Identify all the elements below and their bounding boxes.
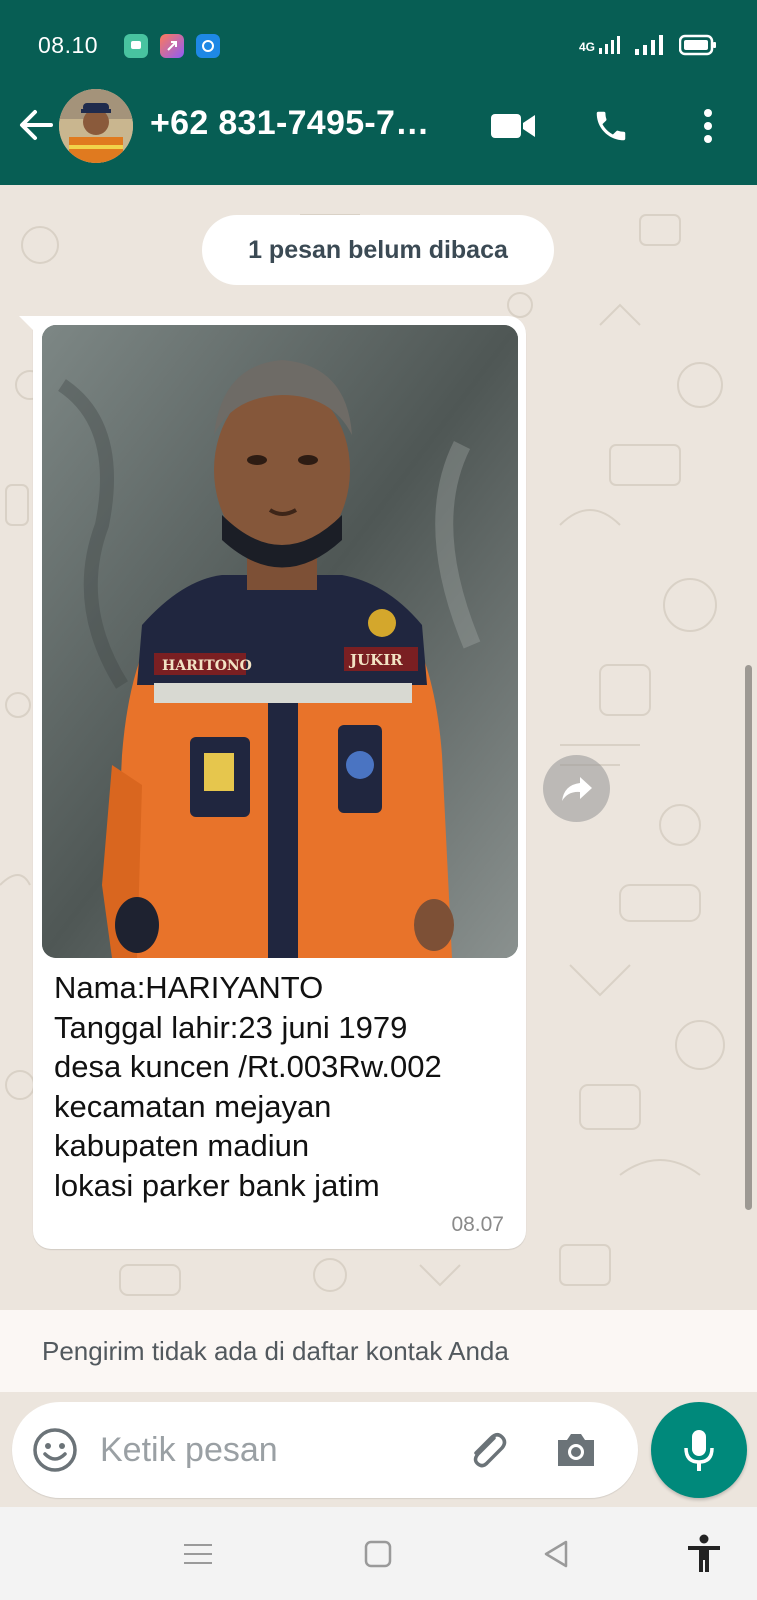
voice-record-button[interactable]: [651, 1402, 747, 1498]
phone-icon: [596, 111, 626, 141]
chat-area[interactable]: 1 pesan belum dibaca HARITONO JUKIR Nama…: [0, 185, 757, 1310]
more-vert-icon: [704, 109, 712, 143]
status-time: 08.10: [38, 32, 99, 58]
message-bubble[interactable]: HARITONO JUKIR Nama:HARIYANTO Tanggal la…: [19, 316, 526, 1249]
camera-button[interactable]: [552, 1426, 600, 1474]
home-icon: [364, 1540, 392, 1568]
forward-button[interactable]: [543, 755, 610, 822]
forward-arrow-icon: [561, 776, 592, 801]
message-photo[interactable]: HARITONO JUKIR: [42, 325, 518, 958]
shortcut-icon: [160, 34, 184, 58]
recent-apps-button[interactable]: [176, 1532, 220, 1576]
emoji-icon: [33, 1428, 77, 1472]
photo-tag-right: JUKIR: [348, 651, 403, 669]
signal-icon: [635, 35, 663, 55]
system-nav-bar: [0, 1507, 757, 1600]
caption-line: Tanggal lahir:23 juni 1979: [54, 1009, 408, 1045]
caption-line: lokasi parker bank jatim: [54, 1167, 380, 1203]
video-call-button[interactable]: [488, 101, 538, 151]
voice-call-button[interactable]: [586, 101, 636, 151]
bubble-tail: [19, 316, 35, 332]
camera-icon: [558, 1434, 594, 1466]
back-nav-button[interactable]: [534, 1532, 578, 1576]
recent-apps-icon: [184, 1544, 212, 1564]
chat-scrollbar[interactable]: [745, 665, 752, 1210]
home-button[interactable]: [356, 1532, 400, 1576]
accessibility-icon: [688, 1534, 720, 1572]
message-input[interactable]: [100, 1420, 430, 1480]
status-bar: 08.10 4G: [0, 0, 757, 67]
caption-line: kecamatan mejayan: [54, 1088, 332, 1124]
battery-icon: [679, 34, 716, 56]
message-composer: [0, 1392, 757, 1507]
status-app-icons: [124, 34, 220, 58]
unread-banner: 1 pesan belum dibaca: [202, 215, 554, 285]
photo-tag-left: HARITONO: [162, 658, 252, 674]
back-button[interactable]: [14, 103, 58, 147]
arrow-left-icon: [20, 110, 53, 140]
video-camera-icon: [491, 114, 535, 138]
back-triangle-icon: [544, 1540, 568, 1568]
emoji-button[interactable]: [32, 1427, 78, 1473]
more-options-button[interactable]: [686, 101, 730, 151]
unknown-sender-notice: Pengirim tidak ada di daftar kontak Anda: [0, 1310, 757, 1392]
message-input-box: [12, 1402, 638, 1498]
caption-line: kabupaten madiun: [54, 1128, 310, 1163]
contact-avatar[interactable]: [59, 89, 133, 163]
mobile-data-icon: 4G: [579, 36, 621, 54]
status-indicators: 4G: [579, 34, 717, 56]
chat-header: +62 831-7495-7…: [0, 67, 757, 185]
paperclip-icon: [473, 1433, 507, 1468]
message-time: 08.07: [451, 1213, 504, 1236]
contact-name[interactable]: +62 831-7495-7…: [150, 104, 430, 143]
app-circle-icon: [196, 34, 220, 58]
message-caption: Nama:HARIYANTO Tanggal lahir:23 juni 197…: [54, 968, 514, 1205]
caption-line: desa kuncen /Rt.003Rw.002: [54, 1049, 442, 1084]
attach-button[interactable]: [464, 1426, 512, 1474]
caption-line: Nama:HARIYANTO: [54, 970, 324, 1005]
notice-text: Pengirim tidak ada di daftar kontak Anda: [42, 1335, 509, 1366]
network-type-label: 4G: [578, 40, 595, 54]
microphone-icon: [684, 1430, 714, 1471]
accessibility-button[interactable]: [682, 1532, 726, 1576]
chat-bubble-icon: [124, 34, 148, 58]
